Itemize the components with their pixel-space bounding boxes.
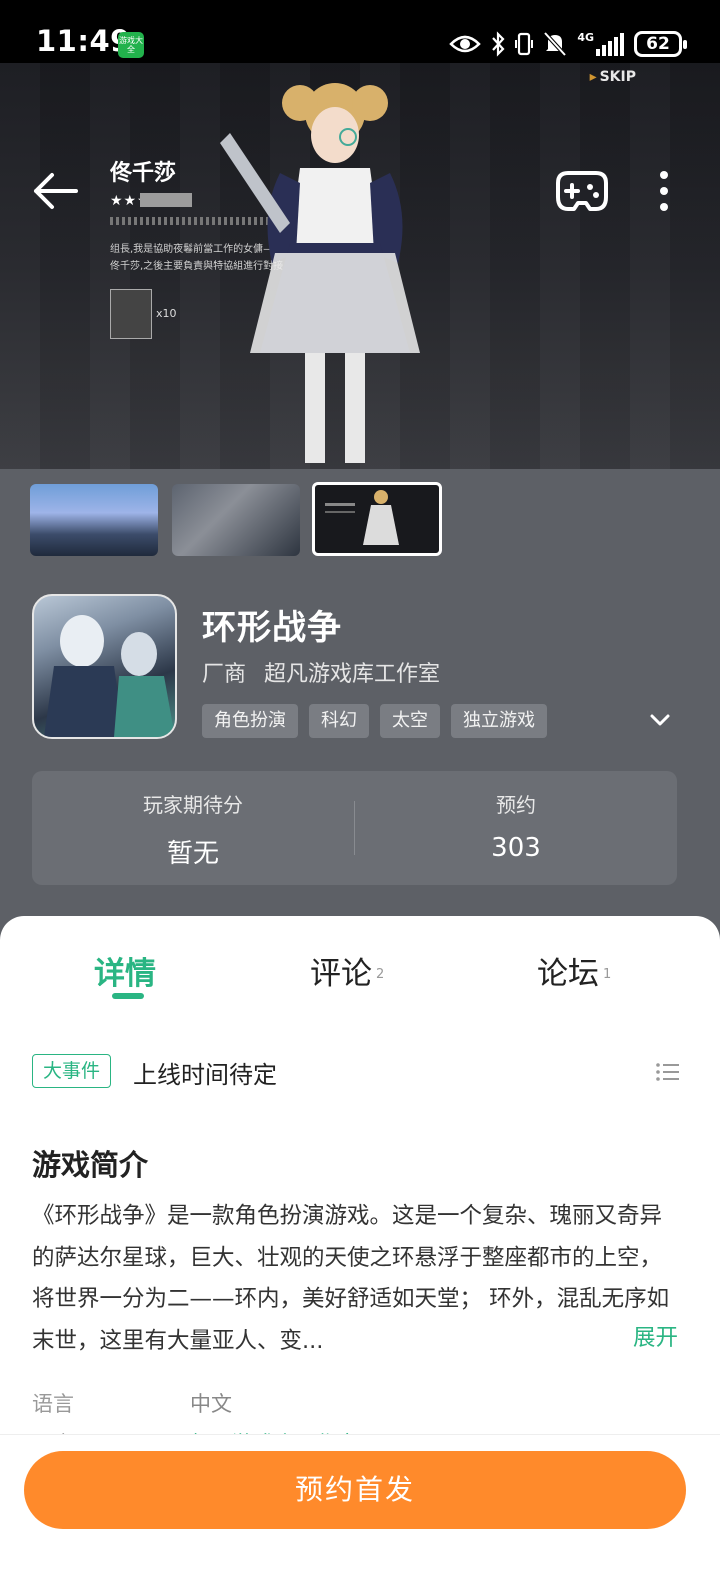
event-badge: 大事件 [32,1054,112,1088]
intro-text: 《环形战争》是一款角色扮演游戏。这是一个复杂、瑰丽又奇异的萨达尔星球，巨大、壮观… [32,1203,670,1354]
vendor-name[interactable]: 超凡游戏库工作室 [264,656,440,688]
tab-forum-label: 论坛 [537,956,599,992]
thumbnail-group[interactable] [172,484,300,556]
tag-item[interactable]: 独立游戏 [451,704,547,738]
gamepad-icon[interactable] [556,167,608,213]
tab-reviews[interactable]: 评论 2 [310,948,384,993]
network-type: 4G [577,30,594,44]
thumbnail-city[interactable] [30,484,158,556]
tag-item[interactable]: 角色扮演 [202,704,298,738]
vendor-label: 厂商 [202,662,247,687]
hero-media[interactable]: SKIP 佟千莎 ★★★ 组長,我是協助夜鬈前當工作的女傭——佟千莎,之後主要負… [0,63,720,469]
more-options-icon[interactable] [650,167,678,215]
skip-label: SKIP [590,69,636,85]
game-title: 环形战争 [202,608,342,648]
back-arrow-icon[interactable] [30,165,82,217]
battery-indicator: 62 [634,31,687,57]
event-text[interactable]: 上线时间待定 [133,1055,277,1090]
list-icon[interactable] [655,1060,679,1084]
status-time: 11:49 [36,24,131,58]
tab-details[interactable]: 详情 [94,948,156,993]
app-badge-icon: 游戏大全 [118,32,144,58]
item-card-image [110,289,152,339]
tab-active-indicator [112,993,144,999]
intro-title: 游戏简介 [32,1148,149,1182]
tab-forum-count: 1 [603,967,612,982]
tag-list: 角色扮演 科幻 太空 独立游戏 [202,704,547,738]
tag-item[interactable]: 太空 [380,704,440,738]
bottom-action-bar: 预约首发 [0,1434,720,1593]
game-app-icon [32,594,177,739]
mute-bell-icon [543,31,567,57]
eye-icon [449,35,482,53]
expand-link[interactable]: 展开 [628,1320,678,1352]
reserve-count-value: 303 [491,833,541,863]
tab-details-label: 详情 [94,956,156,992]
item-count: x10 [156,307,177,320]
stars-bar [140,193,192,207]
tag-item[interactable]: 科幻 [309,704,369,738]
thumbnail-character-selected[interactable] [312,482,442,556]
language-label: 语言 [32,1392,74,1416]
language-value: 中文 [190,1392,232,1416]
status-icons: 4G 62 [449,28,687,60]
bluetooth-icon [492,31,505,57]
expect-score-label: 玩家期待分 [143,793,243,817]
reserve-button[interactable]: 预约首发 [24,1451,686,1529]
character-name: 佟千莎 [110,161,177,186]
character-illustration [220,83,420,463]
tab-forum[interactable]: 论坛 1 [537,948,611,993]
thumbnail-character-preview [325,490,399,545]
expect-score-value: 暂无 [166,839,219,869]
stats-panel: 玩家期待分 暂无 预约 303 [32,771,677,885]
signal-icon [596,33,624,56]
tab-reviews-count: 2 [376,967,385,982]
tab-reviews-label: 评论 [310,956,372,992]
vibrate-icon [515,32,534,56]
chevron-down-icon[interactable] [646,706,674,734]
game-icon-art [44,615,175,737]
reserve-count-label: 预约 [496,793,536,817]
